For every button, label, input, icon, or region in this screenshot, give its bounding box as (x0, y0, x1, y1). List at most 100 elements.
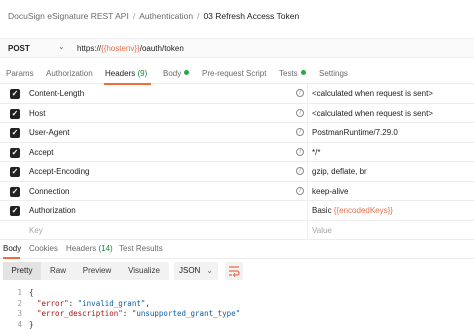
url-suffix: /oauth/token (139, 44, 184, 53)
header-key[interactable]: Content-Length (29, 89, 84, 98)
response-tab-test-results[interactable]: Test Results (119, 244, 163, 253)
table-row: ✓ User-Agent i PostmanRuntime/7.29.0 (0, 123, 474, 143)
table-row: ✓ Accept-Encoding i gzip, deflate, br (0, 162, 474, 182)
response-tab-headers-count: (14) (98, 244, 113, 253)
code-text: { (29, 288, 34, 297)
view-raw-button[interactable]: Raw (41, 262, 75, 280)
header-key[interactable]: User-Agent (29, 128, 69, 137)
status-dot-icon (184, 70, 190, 75)
view-visualize-button[interactable]: Visualize (119, 262, 169, 280)
url-variable: {{hostenv}} (101, 44, 140, 53)
active-tab-indicator (3, 257, 20, 259)
response-body[interactable]: 1 { 2 "error": "invalid_grant", 3 "error… (0, 288, 474, 330)
code-line: 4 } (0, 320, 474, 331)
code-line: 1 { (0, 288, 474, 299)
header-value[interactable]: PostmanRuntime/7.29.0 (312, 128, 398, 137)
json-key: "error" (37, 298, 69, 308)
json-value: "invalid_grant" (77, 298, 146, 308)
info-icon[interactable]: i (296, 167, 304, 175)
response-tab-headers[interactable]: Headers (14) (66, 244, 113, 253)
response-tabs: Body Cookies Headers (14) Test Results (0, 240, 474, 259)
chevron-down-icon[interactable]: ⌄ (58, 42, 65, 51)
tab-params[interactable]: Params (6, 69, 34, 78)
tab-authorization[interactable]: Authorization (46, 69, 93, 78)
info-icon[interactable]: i (296, 108, 304, 117)
line-number: 3 (17, 309, 22, 318)
breadcrumb: DocuSign eSignature REST API / Authenticat… (8, 11, 299, 21)
table-row: ✓ Content-Length i <calculated when requ… (0, 84, 474, 104)
response-tab-headers-label: Headers (66, 244, 97, 253)
check-icon[interactable]: ✓ (10, 167, 20, 177)
header-key[interactable]: Accept-Encoding (29, 167, 89, 176)
url-prefix: https:// (77, 44, 102, 53)
check-icon[interactable]: ✓ (10, 108, 20, 119)
check-icon[interactable]: ✓ (10, 206, 20, 216)
line-number: 1 (17, 288, 22, 297)
new-value-input[interactable]: Value (312, 226, 332, 235)
tab-tests[interactable]: Tests (279, 69, 306, 78)
url-input[interactable]: https://{{hostenv}}/oauth/token (77, 44, 184, 53)
headers-table: ✓ Content-Length i <calculated when requ… (0, 84, 474, 240)
response-toolbar: Pretty Raw Preview Visualize JSON ⌄ (0, 262, 474, 282)
tab-headers-label: Headers (105, 69, 136, 78)
header-value[interactable]: <calculated when request is sent> (312, 89, 433, 98)
breadcrumb-request[interactable]: 03 Refresh Access Token (203, 11, 299, 21)
view-pretty-button[interactable]: Pretty (3, 262, 41, 280)
status-dot-icon (300, 70, 306, 75)
tab-prerequest-script[interactable]: Pre-request Script (202, 69, 266, 78)
info-icon[interactable]: i (296, 128, 304, 136)
table-row: ✓ Authorization Basic {{encodedKeys}} (0, 201, 474, 221)
wrap-lines-button[interactable] (225, 262, 243, 280)
check-icon[interactable]: ✓ (10, 147, 20, 158)
code-text: "error": "invalid_grant", (37, 298, 150, 308)
header-key[interactable]: Host (29, 109, 45, 118)
info-icon[interactable]: i (296, 186, 304, 195)
check-icon[interactable]: ✓ (10, 89, 20, 99)
breadcrumb-separator: / (132, 11, 136, 21)
header-key[interactable]: Authorization (29, 206, 76, 215)
tab-headers-count: (9) (137, 69, 148, 78)
line-number: 4 (17, 319, 22, 329)
request-tabs: Params Authorization Headers (9) Body Pr… (0, 66, 474, 84)
line-number: 2 (17, 298, 22, 308)
request-url-bar: POST ⌄ https://{{hostenv}}/oauth/token (0, 38, 474, 58)
breadcrumb-collection[interactable]: DocuSign eSignature REST API (8, 11, 129, 21)
code-line: 2 "error": "invalid_grant", (0, 299, 474, 310)
header-value[interactable]: gzip, deflate, br (312, 167, 367, 176)
response-tab-cookies[interactable]: Cookies (29, 244, 58, 253)
breadcrumb-folder[interactable]: Authentication (139, 11, 193, 21)
table-row-new: Key Value (0, 221, 474, 240)
header-value-prefix: Basic (312, 206, 334, 215)
check-icon[interactable]: ✓ (10, 186, 20, 197)
tab-tests-label: Tests (279, 69, 298, 78)
header-value[interactable]: <calculated when request is sent> (312, 109, 433, 118)
wrap-lines-icon (229, 266, 240, 277)
info-icon[interactable]: i (296, 147, 304, 156)
tab-body[interactable]: Body (163, 69, 190, 78)
code-text: "error_description": "unsupported_grant_… (37, 309, 241, 318)
format-select[interactable]: JSON ⌄ (174, 262, 218, 280)
header-key[interactable]: Connection (29, 187, 69, 196)
format-select-value: JSON (179, 266, 201, 275)
code-line: 3 "error_description": "unsupported_gran… (0, 309, 474, 320)
header-value[interactable]: */* (312, 148, 320, 157)
view-preview-button[interactable]: Preview (75, 262, 119, 280)
header-key[interactable]: Accept (29, 148, 53, 157)
header-value[interactable]: keep-alive (312, 187, 348, 196)
table-row: ✓ Host i <calculated when request is sen… (0, 104, 474, 123)
check-icon[interactable]: ✓ (10, 128, 20, 138)
chevron-down-icon: ⌄ (206, 266, 213, 275)
info-icon[interactable]: i (296, 89, 304, 97)
new-key-input[interactable]: Key (29, 226, 43, 235)
code-text: } (29, 319, 34, 329)
json-key: "error_description" (37, 309, 123, 318)
tab-headers[interactable]: Headers (9) (105, 69, 147, 78)
header-value[interactable]: Basic {{encodedKeys}} (312, 206, 393, 215)
response-tab-body[interactable]: Body (3, 244, 21, 253)
table-row: ✓ Connection i keep-alive (0, 182, 474, 201)
method-select[interactable]: POST (8, 44, 30, 53)
tab-body-label: Body (163, 69, 182, 78)
tab-settings[interactable]: Settings (319, 69, 348, 78)
json-trail: , (145, 298, 150, 308)
header-value-variable: {{encodedKeys}} (333, 206, 393, 215)
